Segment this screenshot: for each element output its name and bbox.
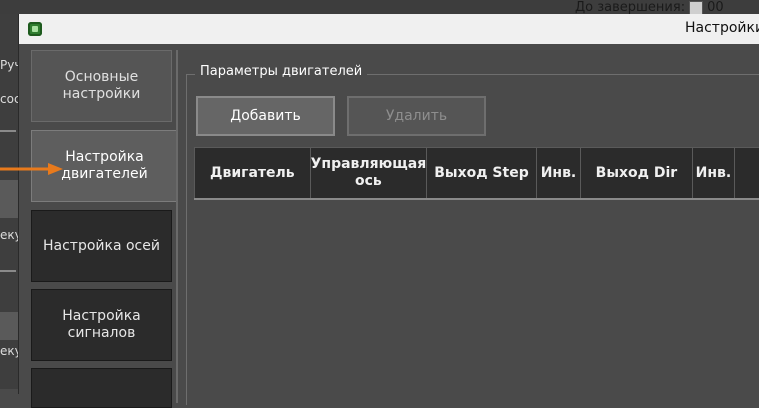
background-block [0,312,18,340]
background-status: До завершения: 00 [575,0,724,15]
background-status-label: До завершения: [575,0,685,15]
column-header-extra[interactable] [735,148,759,199]
background-divider [0,270,16,272]
sidebar-item-label: Основные настройки [38,69,165,103]
sidebar-item-more[interactable] [31,368,172,408]
dialog-titlebar[interactable]: Настройки [19,14,759,44]
group-title: Параметры двигателей [195,64,367,79]
sidebar-item-label: Настройка сигналов [38,308,165,342]
delete-button-label: Удалить [386,108,447,124]
column-header-step-output[interactable]: Выход Step [427,148,537,199]
annotation-arrow-icon [0,161,64,177]
background-divider [0,130,16,132]
table-header-row: Двигатель Управляющая ось Выход Step Инв… [195,148,759,199]
add-button[interactable]: Добавить [196,96,335,136]
background-block [0,180,18,218]
delete-button[interactable]: Удалить [347,96,486,136]
dialog-title: Настройки [685,20,759,36]
sidebar-item-signals[interactable]: Настройка сигналов [31,289,172,361]
background-status-value: 00 [707,0,724,15]
column-header-motor[interactable]: Двигатель [195,148,311,199]
table-header-border [194,198,759,200]
column-header-step-invert[interactable]: Инв. [536,148,580,199]
sidebar-divider [176,50,178,403]
column-header-dir-invert[interactable]: Инв. [692,148,735,199]
add-button-label: Добавить [230,108,300,124]
app-icon [28,22,42,36]
column-header-control-axis[interactable]: Управляющая ось [310,148,427,199]
motors-table: Двигатель Управляющая ось Выход Step Инв… [194,147,759,199]
sidebar-item-axes[interactable]: Настройка осей [31,210,172,282]
clock-icon [689,1,703,15]
sidebar-item-label: Настройка осей [43,238,160,255]
sidebar-item-general[interactable]: Основные настройки [31,50,172,122]
column-header-dir-output[interactable]: Выход Dir [581,148,692,199]
settings-dialog: Настройки Основные настройки Настройка д… [18,14,759,394]
